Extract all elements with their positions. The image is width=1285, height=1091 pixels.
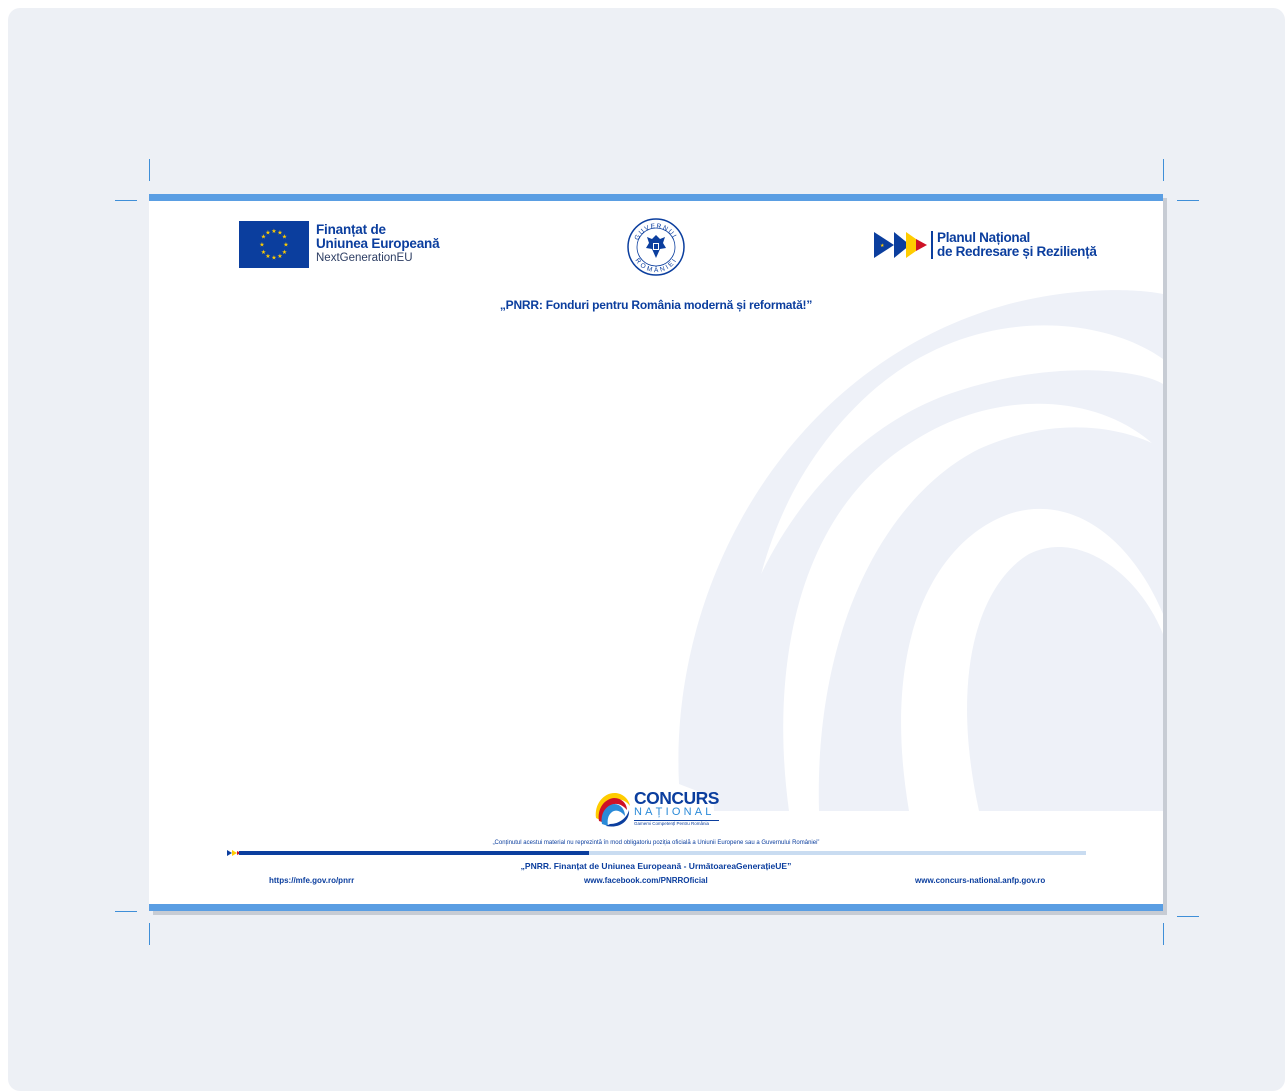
concurs-swirl-icon: [595, 792, 630, 827]
concurs-title: CONCURS: [634, 788, 719, 808]
link-facebook-pnrr[interactable]: www.facebook.com/PNRROficial: [584, 876, 708, 885]
svg-text:★: ★: [259, 241, 264, 248]
crop-mark-left-top: [115, 200, 137, 201]
svg-text:★: ★: [261, 249, 266, 256]
disclaimer-text: „Conținutul acestui material nu reprezin…: [492, 840, 820, 846]
svg-text:★: ★: [880, 243, 885, 249]
eu-flag-icon: ★ ★ ★ ★ ★ ★ ★ ★ ★ ★ ★ ★: [239, 220, 309, 268]
bottom-accent-band: [149, 904, 1163, 911]
footer-links: https://mfe.gov.ro/pnrr www.facebook.com…: [149, 876, 1163, 888]
eu-funding-line2: Uniunea Europeană: [316, 236, 440, 251]
footer-divider-bar: [227, 850, 1086, 856]
svg-text:★: ★: [277, 253, 282, 260]
document-sheet: ★ ★ ★ ★ ★ ★ ★ ★ ★ ★ ★ ★ Finanțat de Uniu…: [149, 194, 1163, 911]
crop-mark-left-bottom: [115, 911, 137, 912]
eu-funding-line1: Finanțat de: [316, 222, 386, 237]
crop-mark-top-left: [149, 159, 150, 181]
pnrr-divider: [931, 231, 933, 259]
eu-funding-logo: ★ ★ ★ ★ ★ ★ ★ ★ ★ ★ ★ ★ Finanțat de Uniu…: [239, 220, 459, 268]
pnrr-logo: ★ Planul Național de Redresare și Rezili…: [873, 228, 1113, 262]
svg-text:★: ★: [283, 241, 288, 248]
pnrr-arrows-icon: ★: [874, 232, 927, 258]
svg-text:★: ★: [271, 254, 276, 261]
crop-mark-top-right: [1163, 159, 1164, 181]
program-slogan: „PNRR: Fonduri pentru România modernă și…: [499, 298, 813, 312]
concurs-subtitle: NAȚIONAL: [634, 805, 715, 818]
concurs-tagline: Gamemi Competențl Pentru România: [634, 819, 719, 827]
eu-funding-line3: NextGenerationEU: [316, 252, 413, 264]
link-mfe-pnrr[interactable]: https://mfe.gov.ro/pnrr: [269, 876, 354, 885]
pnrr-title-line1: Planul Național: [937, 230, 1031, 245]
svg-text:★: ★: [271, 228, 276, 235]
link-concurs-national[interactable]: www.concurs-national.anfp.gov.ro: [915, 876, 1045, 885]
crop-mark-right-bottom: [1177, 916, 1199, 917]
svg-text:★: ★: [282, 233, 287, 240]
pnrr-title-line2: de Redresare și Reziliență: [937, 244, 1097, 259]
svg-text:★: ★: [265, 229, 270, 236]
romanian-government-seal-icon: GUVERNUL ROMÂNIEI: [627, 218, 685, 276]
concurs-national-logo: CONCURS NAȚIONAL Gamemi Competențl Pentr…: [592, 788, 724, 830]
crop-mark-bottom-right: [1163, 923, 1164, 945]
crop-mark-bottom-left: [149, 923, 150, 945]
crop-mark-right-top: [1177, 200, 1199, 201]
footer-slogan: „PNRR. Finanțat de Uniunea Europeană - U…: [520, 861, 792, 871]
